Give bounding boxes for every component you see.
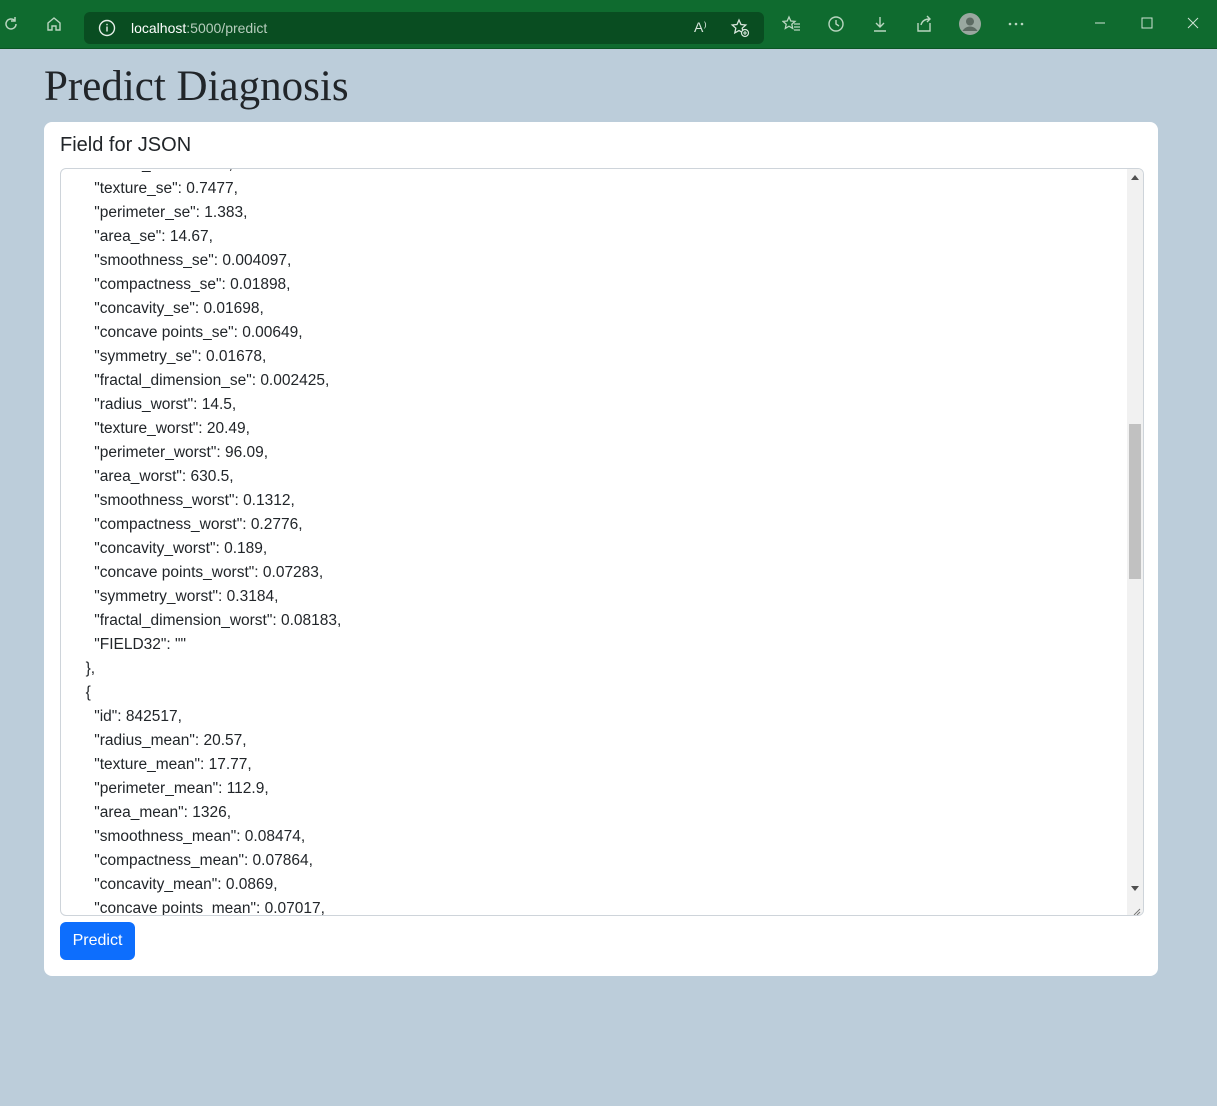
- json-line: "compactness_se": 0.01898,: [77, 276, 291, 293]
- json-line: "symmetry_worst": 0.3184,: [77, 588, 279, 605]
- site-info-icon[interactable]: [98, 19, 116, 37]
- json-line: "area_se": 14.67,: [77, 228, 213, 245]
- page-title: Predict Diagnosis: [44, 63, 349, 110]
- url-path: :5000/predict: [186, 20, 268, 36]
- json-line: },: [77, 660, 96, 677]
- json-line: "texture_worst": 20.49,: [77, 420, 250, 437]
- json-line: "id": 842517,: [77, 708, 182, 725]
- json-line: "smoothness_mean": 0.08474,: [77, 828, 306, 845]
- minimize-icon[interactable]: [1093, 16, 1107, 30]
- json-line: "perimeter_se": 1.383,: [77, 204, 248, 221]
- json-line: {: [77, 684, 91, 701]
- json-line: "fractal_dimension_worst": 0.08183,: [77, 612, 342, 629]
- json-line: "perimeter_worst": 96.09,: [77, 444, 269, 461]
- scroll-up-arrow-icon[interactable]: [1131, 175, 1139, 180]
- scroll-down-arrow-icon[interactable]: [1131, 886, 1139, 891]
- resize-grip-icon[interactable]: [1131, 903, 1141, 915]
- url-host: localhost: [131, 20, 187, 36]
- json-line: "concave points_worst": 0.07283,: [77, 564, 324, 581]
- profile-avatar-icon[interactable]: [958, 12, 982, 36]
- textarea-scrollbar[interactable]: [1127, 169, 1143, 915]
- json-line: "concavity_se": 0.01698,: [77, 300, 264, 317]
- close-icon[interactable]: [1186, 16, 1200, 30]
- json-line: "compactness_mean": 0.07864,: [77, 852, 313, 869]
- browser-toolbar: localhost:5000/predict A⁾: [0, 0, 1217, 49]
- scroll-thumb[interactable]: [1129, 424, 1141, 579]
- json-textarea[interactable]: "radius_se": 0.1852, "texture_se": 0.747…: [60, 168, 1144, 916]
- download-icon[interactable]: [870, 14, 890, 34]
- more-options-icon[interactable]: [1006, 14, 1026, 34]
- json-line: "texture_mean": 17.77,: [77, 756, 252, 773]
- add-favorite-icon[interactable]: [730, 18, 750, 38]
- favorites-icon[interactable]: [782, 14, 802, 34]
- json-line: "concave points_se": 0.00649,: [77, 324, 303, 341]
- share-icon[interactable]: [914, 14, 934, 34]
- url-text: localhost:5000/predict: [131, 20, 267, 36]
- json-line: "concavity_mean": 0.0869,: [77, 876, 278, 893]
- json-line: "compactness_worst": 0.2776,: [77, 516, 303, 533]
- json-line: "fractal_dimension_se": 0.002425,: [77, 372, 330, 389]
- maximize-icon[interactable]: [1140, 16, 1154, 30]
- predict-card: Field for JSON "radius_se": 0.1852, "tex…: [44, 122, 1158, 976]
- json-line: "symmetry_se": 0.01678,: [77, 348, 267, 365]
- json-line: "smoothness_se": 0.004097,: [77, 252, 292, 269]
- json-line: "radius_worst": 14.5,: [77, 396, 237, 413]
- json-line: "smoothness_worst": 0.1312,: [77, 492, 295, 509]
- json-line: "concavity_worst": 0.189,: [77, 540, 268, 557]
- refresh-icon[interactable]: [1, 14, 21, 34]
- json-line: "concave points_mean": 0.07017,: [77, 900, 325, 916]
- json-textarea-content[interactable]: "radius_se": 0.1852, "texture_se": 0.747…: [77, 169, 1117, 916]
- predict-button[interactable]: Predict: [60, 922, 135, 960]
- json-line: "texture_se": 0.7477,: [77, 180, 238, 197]
- json-field-label: Field for JSON: [60, 134, 192, 156]
- json-line: "area_mean": 1326,: [77, 804, 232, 821]
- json-line: "radius_se": 0.1852,: [77, 169, 233, 173]
- home-icon[interactable]: [44, 14, 64, 34]
- read-aloud-icon[interactable]: A⁾: [694, 19, 707, 36]
- json-line: "radius_mean": 20.57,: [77, 732, 247, 749]
- json-line: "area_worst": 630.5,: [77, 468, 234, 485]
- json-line: "perimeter_mean": 112.9,: [77, 780, 269, 797]
- json-line: "FIELD32": "": [77, 636, 187, 653]
- history-icon[interactable]: [826, 14, 846, 34]
- address-bar[interactable]: localhost:5000/predict A⁾: [84, 12, 764, 44]
